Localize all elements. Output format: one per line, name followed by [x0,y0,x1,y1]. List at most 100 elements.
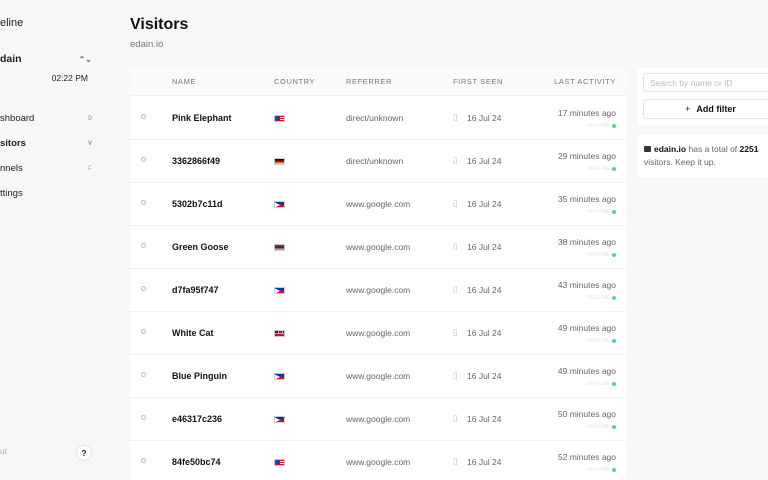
app-name: eline [0,17,24,29]
total-text-before: has a total of [688,144,738,154]
first-seen: 16 Jul 24 [467,285,502,295]
country-flag-icon [274,158,285,165]
visitor-name: 84fe50bc74 [172,457,221,467]
device-icon: ▯ [453,284,458,294]
country-flag-icon [274,115,285,122]
visitor-total: 2251 [739,144,759,154]
country-flag-icon [274,373,285,380]
referrer: www.google.com [346,199,411,209]
visitor-name: Green Goose [172,242,229,252]
table-row[interactable]: e46317c236 www.google.com ▯ 16 Jul 24 50 min… [130,398,626,441]
status-label: OFFLINE [586,424,610,430]
status-dot-icon [612,382,616,386]
table-row[interactable]: d7fa95f747 www.google.com ▯ 16 Jul 24 43 min… [130,269,626,312]
sidebar-item-label: sitors [0,137,26,149]
device-icon: ▯ [453,155,458,165]
add-filter-label: Add filter [696,104,736,114]
site-icon [644,146,651,152]
project-name: dain [0,53,22,65]
row-select-icon[interactable] [141,114,146,119]
last-activity: 38 minutes ago [557,237,616,247]
sidebar-item-label: ttings [0,187,23,199]
shortcut-key: V [88,139,92,147]
status-label: OFFLINE [586,381,610,387]
status-dot-icon [612,210,616,214]
visitors-table: NAME COUNTRY REFERRER FIRST SEEN LAST AC… [130,68,626,480]
status-dot-icon [612,425,616,429]
device-icon: ▯ [453,370,458,380]
status-label: OFFLINE [586,467,610,473]
last-activity: 52 minutes ago [557,452,616,462]
device-icon: ▯ [453,241,458,251]
sidebar-item-visitors[interactable]: sitors V [0,136,92,150]
visitor-name: 3362866f49 [172,156,221,166]
row-select-icon[interactable] [141,458,146,463]
status-dot-icon [612,253,616,257]
status-label: OFFLINE [586,123,610,129]
search-input[interactable] [643,73,768,92]
visitor-name: e46317c236 [172,414,223,424]
sidebar-item-funnels[interactable]: nnels F [0,161,92,175]
total-text-after: visitors. Keep it up. [644,156,716,167]
column-header-country[interactable]: COUNTRY [274,77,315,86]
first-seen: 16 Jul 24 [467,156,502,166]
table-row[interactable]: 3362866f49 direct/unknown ▯ 16 Jul 24 29 min… [130,140,626,183]
country-flag-icon [274,287,285,294]
first-seen: 16 Jul 24 [467,242,502,252]
current-time: 02:22 PM [51,73,88,83]
visitor-name: Blue Pinguin [172,371,227,381]
column-header-last-activity[interactable]: LAST ACTIVITY [554,77,616,86]
status-dot-icon [612,167,616,171]
country-flag-icon [274,459,285,466]
row-select-icon[interactable] [141,286,146,291]
referrer: direct/unknown [346,113,404,123]
first-seen: 16 Jul 24 [467,414,502,424]
row-select-icon[interactable] [141,157,146,162]
column-header-name[interactable]: NAME [172,77,196,86]
table-header: NAME COUNTRY REFERRER FIRST SEEN LAST AC… [130,68,626,96]
visitor-total-card: edain.io has a total of 2251 visitors. K… [638,135,768,177]
first-seen: 16 Jul 24 [467,199,502,209]
referrer: www.google.com [346,371,411,381]
row-select-icon[interactable] [141,415,146,420]
last-activity: 29 minutes ago [557,151,616,161]
status-dot-icon [612,468,616,472]
column-header-referrer[interactable]: REFERRER [346,77,392,86]
row-select-icon[interactable] [141,200,146,205]
table-row[interactable]: Green Goose www.google.com ▯ 16 Jul 24 38 mi… [130,226,626,269]
table-row[interactable]: 5302b7c11d www.google.com ▯ 16 Jul 24 35 min… [130,183,626,226]
add-filter-button[interactable]: + Add filter [643,99,768,119]
site-name: edain.io [654,144,687,154]
row-select-icon[interactable] [141,329,146,334]
last-activity: 49 minutes ago [557,366,616,376]
sidebar-item-settings[interactable]: ttings [0,186,92,200]
filter-panel: + Add filter [638,68,768,125]
page-subtitle: edain.io [130,39,164,50]
device-icon: ▯ [453,456,458,466]
last-activity: 49 minutes ago [557,323,616,333]
referrer: direct/unknown [346,156,404,166]
project-switcher[interactable]: dain ⌃⌄ [0,52,92,66]
status-label: OFFLINE [586,209,610,215]
country-flag-icon [274,330,285,337]
row-select-icon[interactable] [141,243,146,248]
chevron-updown-icon: ⌃⌄ [78,54,92,64]
device-icon: ▯ [453,413,458,423]
help-button[interactable]: ? [76,445,92,461]
visitor-name: White Cat [172,328,214,338]
table-row[interactable]: Pink Elephant direct/unknown ▯ 16 Jul 24 17 … [130,97,626,140]
shortcut-key: D [88,114,92,122]
status-label: OFFLINE [586,166,610,172]
sidebar-item-label: shboard [0,112,35,124]
table-row[interactable]: 84fe50bc74 www.google.com ▯ 16 Jul 24 52 min… [130,441,626,480]
first-seen: 16 Jul 24 [467,371,502,381]
row-select-icon[interactable] [141,372,146,377]
logout-link[interactable]: ut [0,447,7,456]
column-header-first-seen[interactable]: FIRST SEEN [453,77,503,86]
first-seen: 16 Jul 24 [467,457,502,467]
table-row[interactable]: White Cat www.google.com ▯ 16 Jul 24 49 minu… [130,312,626,355]
sidebar-item-dashboard[interactable]: shboard D [0,111,92,125]
first-seen: 16 Jul 24 [467,328,502,338]
table-row[interactable]: Blue Pinguin www.google.com ▯ 16 Jul 24 49 m… [130,355,626,398]
last-activity: 50 minutes ago [557,409,616,419]
